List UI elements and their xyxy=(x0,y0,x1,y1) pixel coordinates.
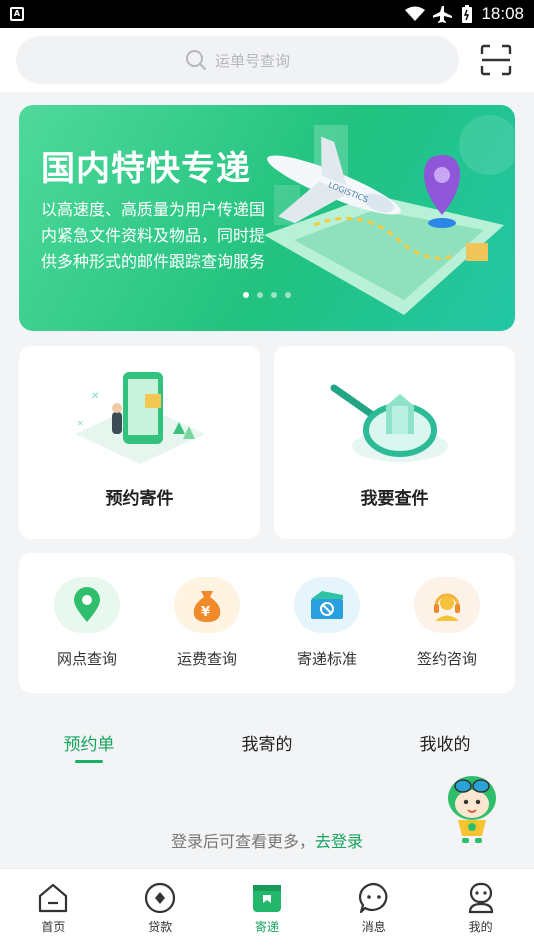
tab-appointments[interactable]: 预约单 xyxy=(0,718,178,768)
nav-messages[interactable]: 消息 xyxy=(320,869,427,950)
service-label: 网点查询 xyxy=(56,650,117,668)
login-hint: 登录后可查看更多，去登录 xyxy=(0,828,534,852)
airplane-mode-icon xyxy=(433,6,453,23)
airplane-map-illustration: LOGISTICS xyxy=(264,115,514,315)
magnifier-package-illustration xyxy=(330,384,448,462)
money-bag-icon: ¥ xyxy=(193,591,221,622)
service-label: 签约咨询 xyxy=(416,650,477,668)
track-package-card[interactable]: 我要查件 xyxy=(274,346,515,539)
loan-icon xyxy=(145,882,176,914)
service-shipping-fee[interactable]: ¥ 运费查询 xyxy=(152,553,262,693)
book-shipment-card[interactable]: ✕ ✕ 预约寄件 xyxy=(19,346,260,539)
book-shipment-label: 预约寄件 xyxy=(105,489,174,509)
service-icon-bg xyxy=(54,577,120,633)
bottom-nav: 首页 贷款 寄递 消息 我的 xyxy=(0,868,534,950)
header: 运单号查询 xyxy=(0,28,534,92)
service-icon-bg xyxy=(294,577,360,633)
service-label: 运费查询 xyxy=(176,650,237,668)
banner-description: 以高速度、高质量为用户传递国内紧急文件资料及物品，同时提供多种形式的邮件跟踪查询… xyxy=(41,200,266,271)
svg-text:✕: ✕ xyxy=(77,419,84,428)
service-outlet-lookup[interactable]: 网点查询 xyxy=(32,553,142,693)
battery-icon xyxy=(462,5,473,23)
tab-received[interactable]: 我收的 xyxy=(356,718,534,768)
nav-label: 贷款 xyxy=(148,920,173,934)
service-mail-standard[interactable]: 寄递标准 xyxy=(272,553,382,693)
tab-sent[interactable]: 我寄的 xyxy=(178,718,356,768)
status-bar: A 18:08 xyxy=(0,0,534,28)
service-label: 寄递标准 xyxy=(296,650,357,668)
app-notification-icon: A xyxy=(10,7,24,21)
banner-title: 国内特快专递 xyxy=(41,149,251,189)
promo-banner[interactable]: 国内特快专递 以高速度、高质量为用户传递国内紧急文件资料及物品，同时提供多种形式… xyxy=(19,105,515,331)
nav-label: 首页 xyxy=(41,920,66,934)
nav-home[interactable]: 首页 xyxy=(0,869,107,950)
nav-loan[interactable]: 贷款 xyxy=(107,869,214,950)
order-tabs: 预约单 我寄的 我收的 xyxy=(0,718,534,768)
svg-text:¥: ¥ xyxy=(201,605,210,620)
pagination-dot[interactable] xyxy=(285,292,291,298)
service-icon-bg xyxy=(414,577,480,633)
search-placeholder: 运单号查询 xyxy=(214,51,290,70)
svg-text:✕: ✕ xyxy=(91,391,99,402)
track-package-label: 我要查件 xyxy=(360,489,429,509)
home-icon xyxy=(39,883,68,913)
location-pin-icon xyxy=(74,587,100,622)
pagination-dot[interactable] xyxy=(271,292,277,298)
pagination-dot[interactable] xyxy=(243,292,249,298)
search-icon xyxy=(185,50,206,70)
mail-icon xyxy=(252,885,281,912)
login-hint-text: 登录后可查看更多， xyxy=(170,832,315,851)
service-contract-consult[interactable]: 签约咨询 xyxy=(392,553,502,693)
phone-package-illustration: ✕ ✕ xyxy=(74,372,205,464)
status-time: 18:08 xyxy=(481,4,524,23)
nav-profile[interactable]: 我的 xyxy=(427,869,534,950)
login-link[interactable]: 去登录 xyxy=(315,832,363,851)
nav-label: 我的 xyxy=(468,920,493,934)
wifi-icon xyxy=(405,6,426,21)
nav-mail[interactable]: 寄递 xyxy=(214,869,321,950)
nav-label: 寄递 xyxy=(254,920,279,934)
scan-icon[interactable] xyxy=(480,44,512,76)
search-input[interactable]: 运单号查询 xyxy=(16,36,459,84)
message-icon xyxy=(358,882,388,914)
nav-label: 消息 xyxy=(361,920,386,934)
profile-icon xyxy=(468,882,493,914)
package-box-icon xyxy=(311,591,343,619)
service-icon-bg: ¥ xyxy=(174,577,240,633)
banner-pagination xyxy=(243,292,291,298)
headset-icon xyxy=(434,593,460,621)
service-shortcuts: 网点查询 ¥ 运费查询 寄递标准 签约咨询 xyxy=(19,553,515,693)
pagination-dot[interactable] xyxy=(257,292,263,298)
